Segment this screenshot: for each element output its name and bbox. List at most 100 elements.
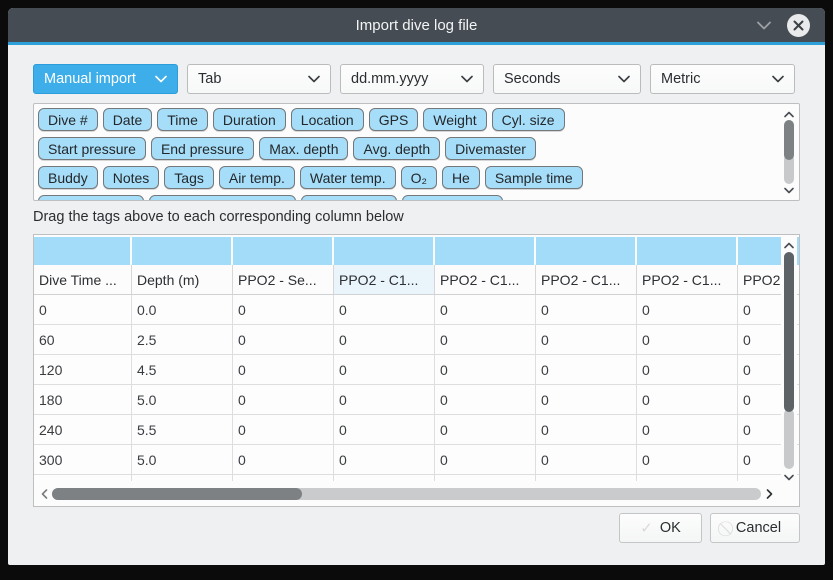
table-row: 00.0000000 [34, 295, 799, 325]
scroll-right-icon[interactable] [763, 488, 775, 500]
tag-o[interactable]: O₂ [401, 166, 437, 189]
tag-air-temp[interactable]: Air temp. [219, 166, 295, 189]
scrollbar-thumb[interactable] [784, 120, 794, 160]
ok-button-label: OK [660, 520, 681, 536]
table-cell: 0 [334, 355, 435, 385]
table-cell: 0 [536, 295, 637, 325]
combobox-value: Manual import [44, 71, 136, 87]
table-cell: 0 [233, 385, 334, 415]
column-drop-target[interactable] [233, 237, 334, 265]
tag-sample-temperature[interactable]: Sample temperature [149, 195, 296, 201]
scrollbar-track[interactable] [784, 409, 794, 469]
scroll-up-icon[interactable] [783, 108, 795, 120]
tag-water-temp[interactable]: Water temp. [300, 166, 396, 189]
partial-cell [233, 475, 334, 481]
column-header-3[interactable]: PPO2 - C1... [334, 265, 435, 295]
titlebar: Import dive log file [8, 8, 825, 42]
table-cell: 240 [34, 415, 132, 445]
date-format-select[interactable]: dd.mm.yyyy [340, 64, 484, 94]
column-drop-target[interactable] [536, 237, 637, 265]
combobox-value: Tab [198, 71, 221, 87]
chevron-down-icon [618, 71, 630, 87]
tag-sample-po[interactable]: Sample pO₂ [301, 195, 396, 201]
tag-max-depth[interactable]: Max. depth [259, 137, 348, 160]
table-body: 00.0000000602.50000001204.50000001805.00… [34, 295, 799, 475]
column-drop-target[interactable] [132, 237, 233, 265]
tag-gps[interactable]: GPS [369, 108, 419, 131]
table-cell: 0 [637, 295, 738, 325]
table-header-row: Dive Time ...Depth (m)PPO2 - Se...PPO2 -… [34, 265, 799, 295]
table-horizontal-scrollbar[interactable] [38, 486, 775, 502]
tag-avg-depth[interactable]: Avg. depth [353, 137, 440, 160]
tag-time[interactable]: Time [157, 108, 208, 131]
time-format-select[interactable]: Seconds [493, 64, 641, 94]
column-header-5[interactable]: PPO2 - C1... [536, 265, 637, 295]
column-header-4[interactable]: PPO2 - C1... [435, 265, 536, 295]
tag-sample-cns[interactable]: Sample CNS [402, 195, 503, 201]
import-mode-select[interactable]: Manual import [33, 64, 178, 94]
column-drop-target[interactable] [435, 237, 536, 265]
tag-tags[interactable]: Tags [164, 166, 214, 189]
tag-divemaster[interactable]: Divemaster [445, 137, 536, 160]
scrollbar-thumb[interactable] [784, 252, 794, 412]
table-cell: 300 [34, 445, 132, 475]
table-row: 3005.0000000 [34, 445, 799, 475]
tag-weight[interactable]: Weight [423, 108, 486, 131]
column-drop-target[interactable] [34, 237, 132, 265]
scroll-up-icon[interactable] [783, 239, 795, 251]
chevron-down-icon [772, 71, 784, 87]
close-window-button[interactable] [787, 14, 810, 37]
column-header-2[interactable]: PPO2 - Se... [233, 265, 334, 295]
scrollbar-thumb[interactable] [52, 488, 302, 500]
table-cell: 0 [536, 325, 637, 355]
units-select[interactable]: Metric [650, 64, 795, 94]
partial-cell [435, 475, 536, 481]
table-cell: 2.5 [132, 325, 233, 355]
tag-he[interactable]: He [442, 166, 480, 189]
tag-row: Dive #DateTimeDurationLocationGPSWeight C… [38, 108, 795, 131]
cancel-button[interactable]: ⃠ Cancel [710, 513, 800, 543]
tag-sample-depth[interactable]: Sample depth [38, 195, 144, 201]
chevron-down-icon [618, 75, 630, 83]
tag-notes[interactable]: Notes [103, 166, 160, 189]
tag-sample-time[interactable]: Sample time [485, 166, 583, 189]
table-cell: 0 [637, 385, 738, 415]
chevron-down-icon [772, 75, 784, 83]
table-cell: 0 [637, 325, 738, 355]
tag-date[interactable]: Date [103, 108, 153, 131]
tag-dive[interactable]: Dive # [38, 108, 98, 131]
scroll-down-icon[interactable] [783, 184, 795, 196]
table-cell: 0 [637, 415, 738, 445]
table-cell: 0 [34, 295, 132, 325]
table-cell: 0 [637, 445, 738, 475]
column-header-1[interactable]: Depth (m) [132, 265, 233, 295]
column-header-6[interactable]: PPO2 - C1... [637, 265, 738, 295]
tag-start-pressure[interactable]: Start pressure [38, 137, 146, 160]
tag-palette-vertical-scrollbar[interactable] [781, 106, 797, 198]
chevron-down-icon [308, 75, 320, 83]
tag-palette-rows: Dive #DateTimeDurationLocationGPSWeight C… [34, 104, 799, 201]
drag-instruction-label: Drag the tags above to each correspondin… [33, 209, 800, 225]
tag-duration[interactable]: Duration [213, 108, 286, 131]
shade-window-button[interactable] [755, 17, 773, 33]
column-drop-target[interactable] [637, 237, 738, 265]
tag-end-pressure[interactable]: End pressure [151, 137, 254, 160]
scroll-left-icon[interactable] [38, 488, 50, 500]
table-cell: 0 [334, 325, 435, 355]
field-separator-select[interactable]: Tab [187, 64, 331, 94]
table-cell: 0 [233, 415, 334, 445]
dropdown-row: Manual import Tab dd.mm.yyyy Seconds Metric [33, 64, 800, 94]
tag-cyl-size[interactable]: Cyl. size [492, 108, 565, 131]
scroll-down-icon[interactable] [783, 471, 795, 483]
column-header-0[interactable]: Dive Time ... [34, 265, 132, 295]
table-vertical-scrollbar[interactable] [781, 237, 797, 485]
table-row: 1805.0000000 [34, 385, 799, 415]
ok-button[interactable]: ✓ OK [619, 513, 702, 543]
dialog-button-box: ✓ OK ⃠ Cancel [33, 513, 800, 543]
column-drop-target[interactable] [334, 237, 435, 265]
import-dive-log-dialog: Import dive log file Manual import Tab dd.… [8, 8, 825, 565]
titlebar-accent-line [8, 42, 825, 45]
tag-buddy[interactable]: Buddy [38, 166, 98, 189]
tag-location[interactable]: Location [291, 108, 364, 131]
tag-row: Sample depth Sample temperature Sample pO₂… [38, 195, 795, 201]
